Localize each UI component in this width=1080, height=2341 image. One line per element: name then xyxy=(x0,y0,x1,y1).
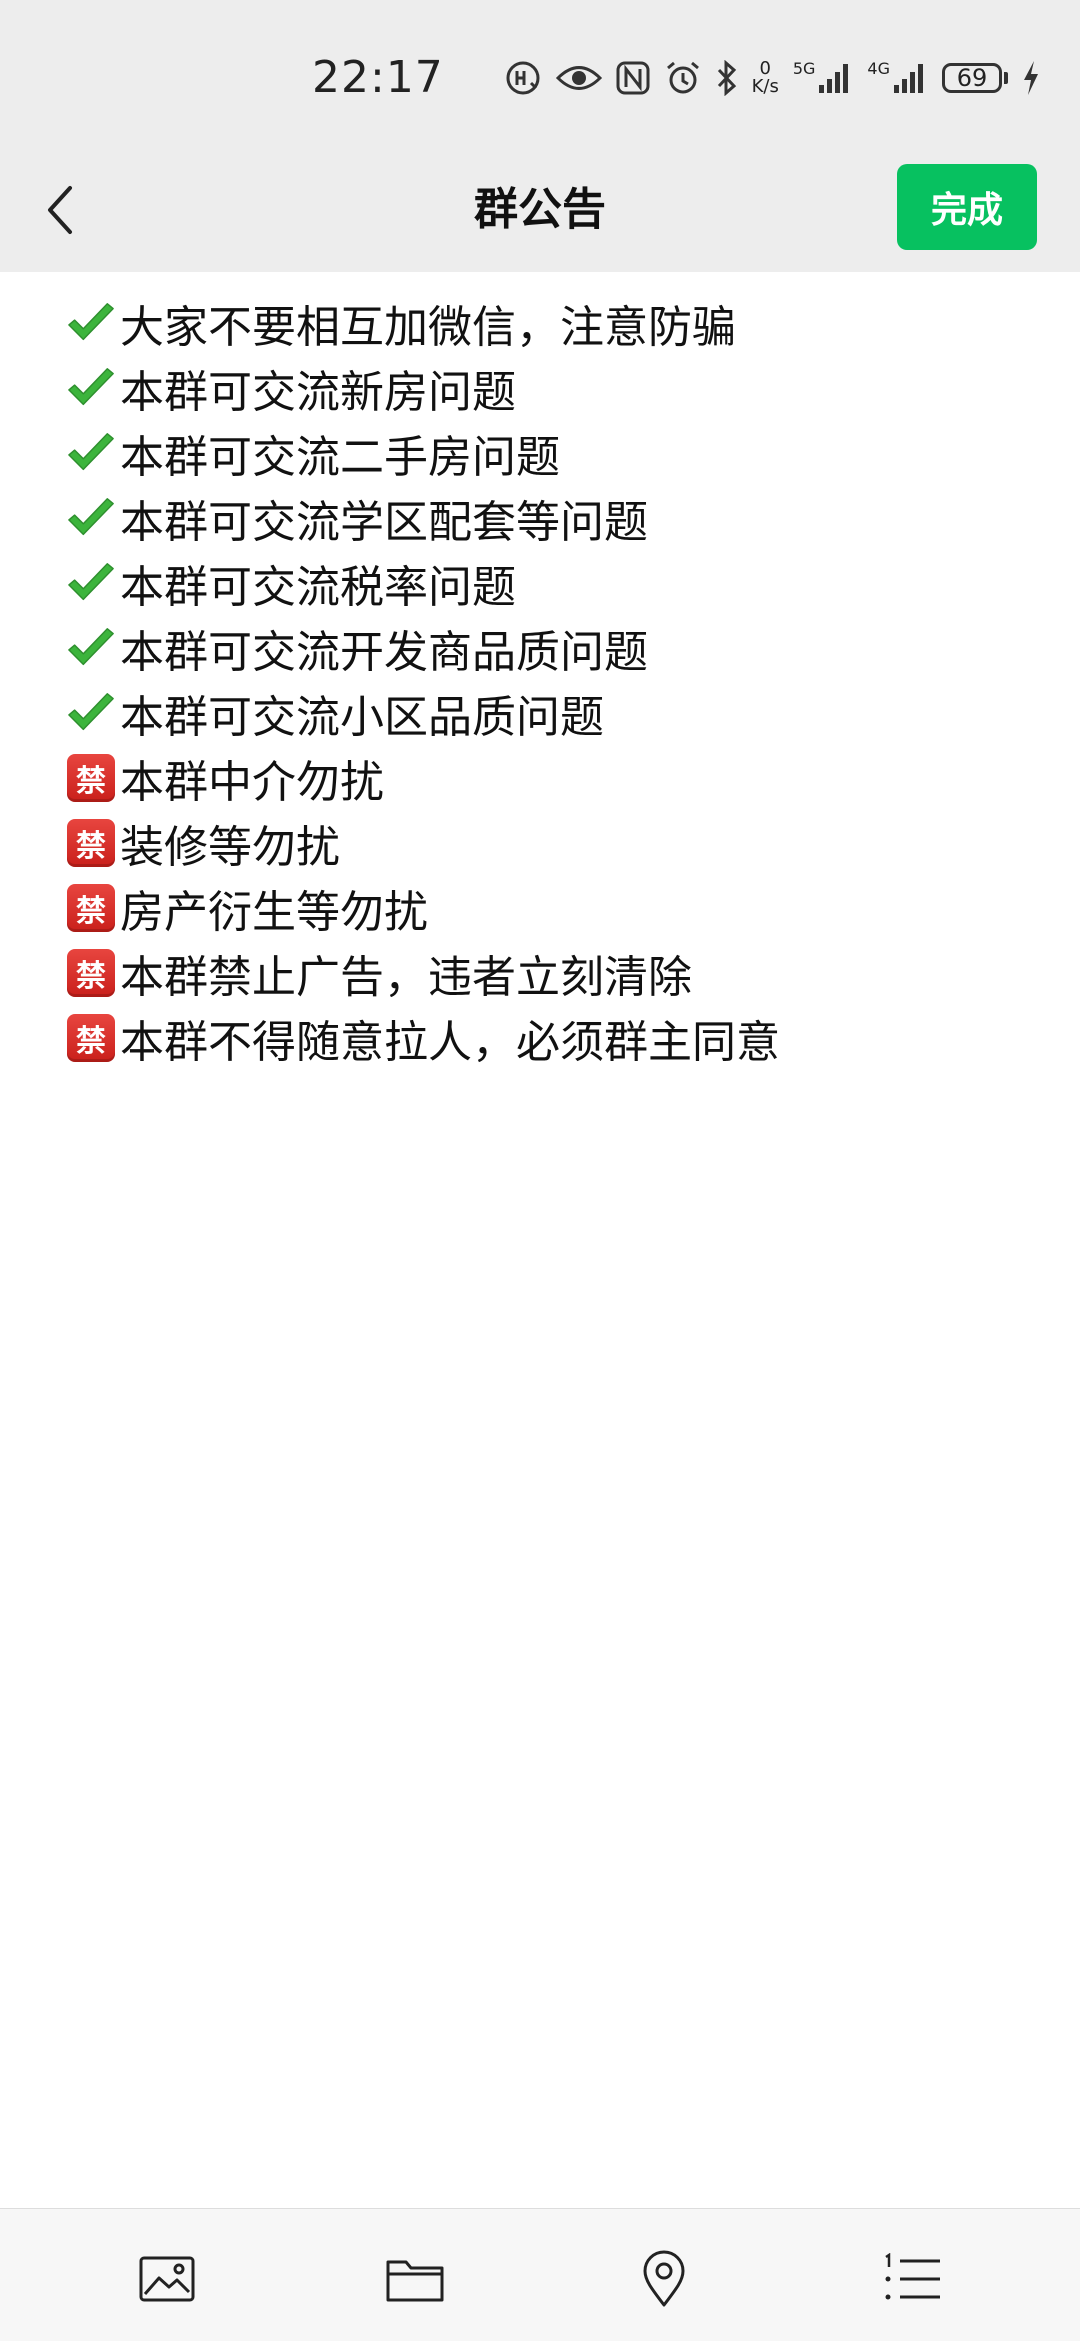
status-bar: 22:17 0 K/s 5G 4G 69 xyxy=(0,0,1080,150)
numbered-list-button[interactable] xyxy=(882,2249,942,2309)
announcement-line[interactable]: 禁 本群禁止广告，违者立刻清除 xyxy=(66,940,1026,1005)
hd-call-icon xyxy=(504,59,542,97)
alarm-icon xyxy=(664,59,702,97)
check-mark-icon xyxy=(66,623,116,673)
announcement-line[interactable]: 本群可交流学区配套等问题 xyxy=(66,485,1026,550)
numbered-list-icon xyxy=(885,2253,940,2300)
check-mark-icon xyxy=(66,493,116,543)
prohibited-icon: 禁 xyxy=(66,948,116,998)
announcement-line[interactable]: 本群可交流开发商品质问题 xyxy=(66,615,1026,680)
net-speed: 0 K/s xyxy=(751,58,779,97)
check-mark-icon xyxy=(66,298,116,348)
insert-image-button[interactable] xyxy=(137,2249,197,2309)
announcement-line[interactable]: 禁 本群中介勿扰 xyxy=(66,745,1026,810)
bottom-toolbar xyxy=(0,2208,1080,2341)
announcement-line[interactable]: 禁 本群不得随意拉人，必须群主同意 xyxy=(66,1005,1026,1070)
insert-location-button[interactable] xyxy=(634,2249,694,2309)
bluetooth-icon xyxy=(716,60,738,96)
announcement-line[interactable]: 本群可交流税率问题 xyxy=(66,550,1026,615)
prohibited-icon: 禁 xyxy=(66,753,116,803)
check-mark-icon xyxy=(66,558,116,608)
announcement-line[interactable]: 禁 装修等勿扰 xyxy=(66,810,1026,875)
battery-icon: 69 xyxy=(942,63,1008,93)
nav-bar: 群公告 完成 xyxy=(0,150,1080,272)
status-time: 22:17 xyxy=(312,52,444,103)
announcement-line[interactable]: 本群可交流新房问题 xyxy=(66,355,1026,420)
prohibited-icon: 禁 xyxy=(66,883,116,933)
location-icon xyxy=(643,2250,685,2307)
done-button[interactable]: 完成 xyxy=(897,164,1037,250)
check-mark-icon xyxy=(66,428,116,478)
prohibited-icon: 禁 xyxy=(66,1013,116,1063)
folder-icon xyxy=(386,2260,444,2302)
charging-icon xyxy=(1022,60,1040,96)
announcement-editor[interactable]: 大家不要相互加微信，注意防骗 本群可交流新房问题 本群可交流二手房问题 本群可交… xyxy=(66,290,1026,1070)
nfc-icon xyxy=(616,61,650,95)
announcement-line[interactable]: 本群可交流二手房问题 xyxy=(66,420,1026,485)
eye-icon xyxy=(555,61,602,95)
announcement-line[interactable]: 本群可交流小区品质问题 xyxy=(66,680,1026,745)
prohibited-icon: 禁 xyxy=(66,818,116,868)
check-mark-icon xyxy=(66,363,116,413)
check-mark-icon xyxy=(66,688,116,738)
insert-file-button[interactable] xyxy=(385,2249,445,2309)
announcement-line[interactable]: 大家不要相互加微信，注意防骗 xyxy=(66,290,1026,355)
signal-icon: 5G xyxy=(793,59,854,95)
image-icon xyxy=(139,2256,195,2302)
signal-icon: 4G xyxy=(867,59,928,95)
status-icons: 0 K/s 5G 4G 69 xyxy=(504,56,1040,100)
announcement-line[interactable]: 禁 房产衍生等勿扰 xyxy=(66,875,1026,940)
